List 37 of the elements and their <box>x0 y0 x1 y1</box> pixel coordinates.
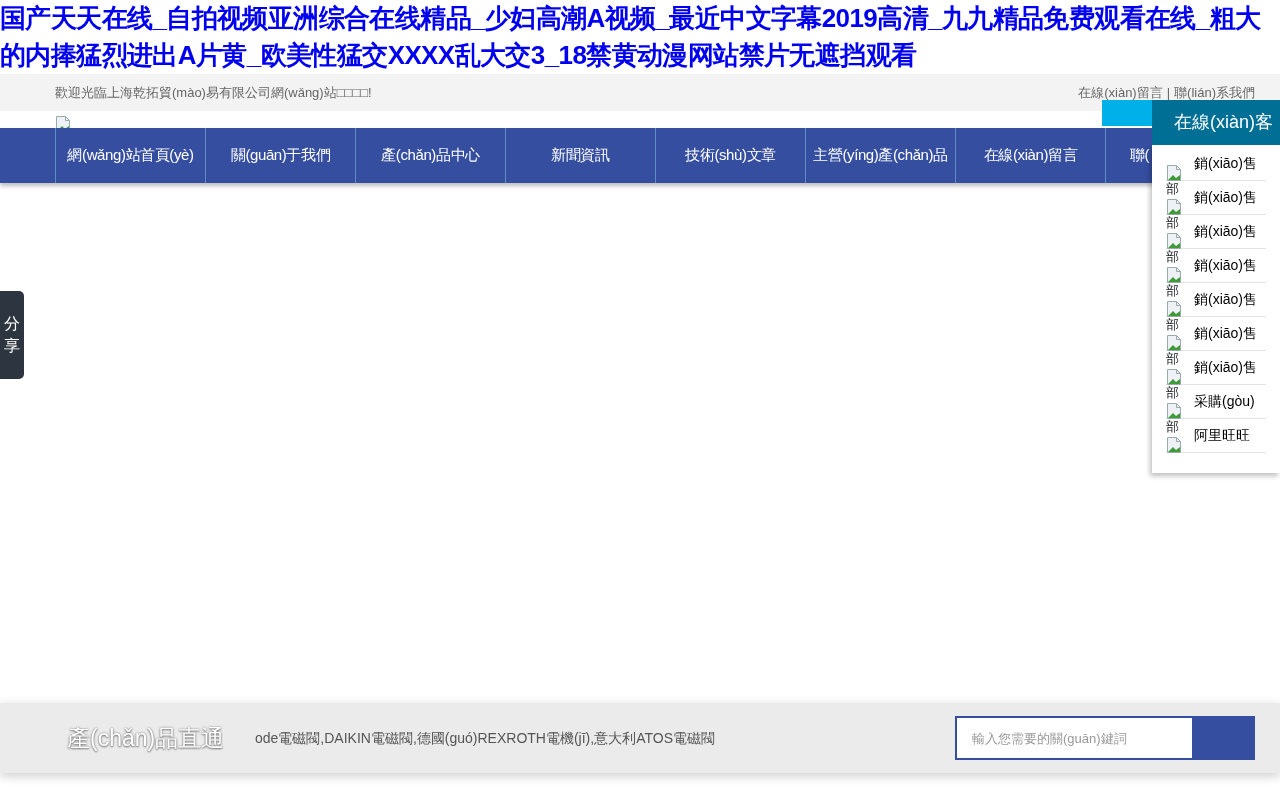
nav-item[interactable]: 網(wǎng)站首頁(yè) <box>55 128 205 183</box>
nav-item[interactable]: 技術(shù)文章 <box>655 128 805 183</box>
nav-item[interactable]: 產(chǎn)品中心 <box>355 128 505 183</box>
label-suffix: 部 <box>1166 386 1179 399</box>
broken-image-icon <box>1166 162 1182 178</box>
product-bar-title: 產(chǎn)品直通 <box>67 723 226 755</box>
broken-image-icon <box>1166 196 1182 212</box>
nav-item[interactable]: 關(guān)于我們 <box>205 128 355 183</box>
label-suffix: 部 <box>1166 318 1179 331</box>
welcome-text: 歡迎光臨上海乾拓貿(mào)易有限公司網(wǎng)站□□□□! <box>55 83 372 102</box>
broken-image-icon <box>1166 366 1182 382</box>
nav-item[interactable]: 主營(yíng)產(chǎn)品 <box>805 128 955 183</box>
broken-image-icon <box>1166 332 1182 348</box>
broken-image-icon <box>1166 298 1182 314</box>
panel-accent <box>1102 100 1152 126</box>
label-suffix: 部 <box>1166 250 1179 263</box>
top-link[interactable]: 在線(xiàn)留言 <box>1078 82 1163 103</box>
separator: | <box>1166 83 1171 102</box>
label-suffix: 部 <box>1166 352 1179 365</box>
label-suffix: 部 <box>1166 216 1179 229</box>
search-field[interactable]: 輸入您需要的關(guān)鍵詞 <box>955 716 1194 760</box>
share-tab[interactable]: 分享 <box>0 291 24 379</box>
label-suffix: 部 <box>1166 420 1179 433</box>
nav-item[interactable]: 新聞資訊 <box>505 128 655 183</box>
broken-image-icon <box>1166 264 1182 280</box>
broken-image-icon <box>1166 230 1182 246</box>
service-item[interactable]: 銷(xiāo)售 <box>1166 147 1266 181</box>
keyword-links[interactable]: ode電磁閥,DAIKIN電磁閥,德國(guó)REXROTH電機(jī),意大利ATOS電磁閥 <box>255 727 955 749</box>
broken-image-icon <box>1166 434 1182 450</box>
label-suffix: 部 <box>1166 182 1179 195</box>
nav-item[interactable]: 在線(xiàn)留言 <box>955 128 1105 183</box>
headline[interactable]: 国产天天在线_自拍视频亚洲综合在线精品_少妇高潮A视频_最近中文字幕2019高清_九九精品免费观看在线_粗大的内捧猛烈进出A片黄_欧美性猛交XXXX乱大交3_18禁黄动漫网站禁片无遮挡观看 <box>0 0 1280 74</box>
panel-title: 在線(xiàn)客 <box>1152 100 1280 145</box>
search-button[interactable] <box>1194 716 1255 760</box>
broken-image-icon <box>1166 400 1182 416</box>
top-link[interactable]: 聯(lián)系我們 <box>1174 82 1255 103</box>
label-suffix: 部 <box>1166 284 1179 297</box>
